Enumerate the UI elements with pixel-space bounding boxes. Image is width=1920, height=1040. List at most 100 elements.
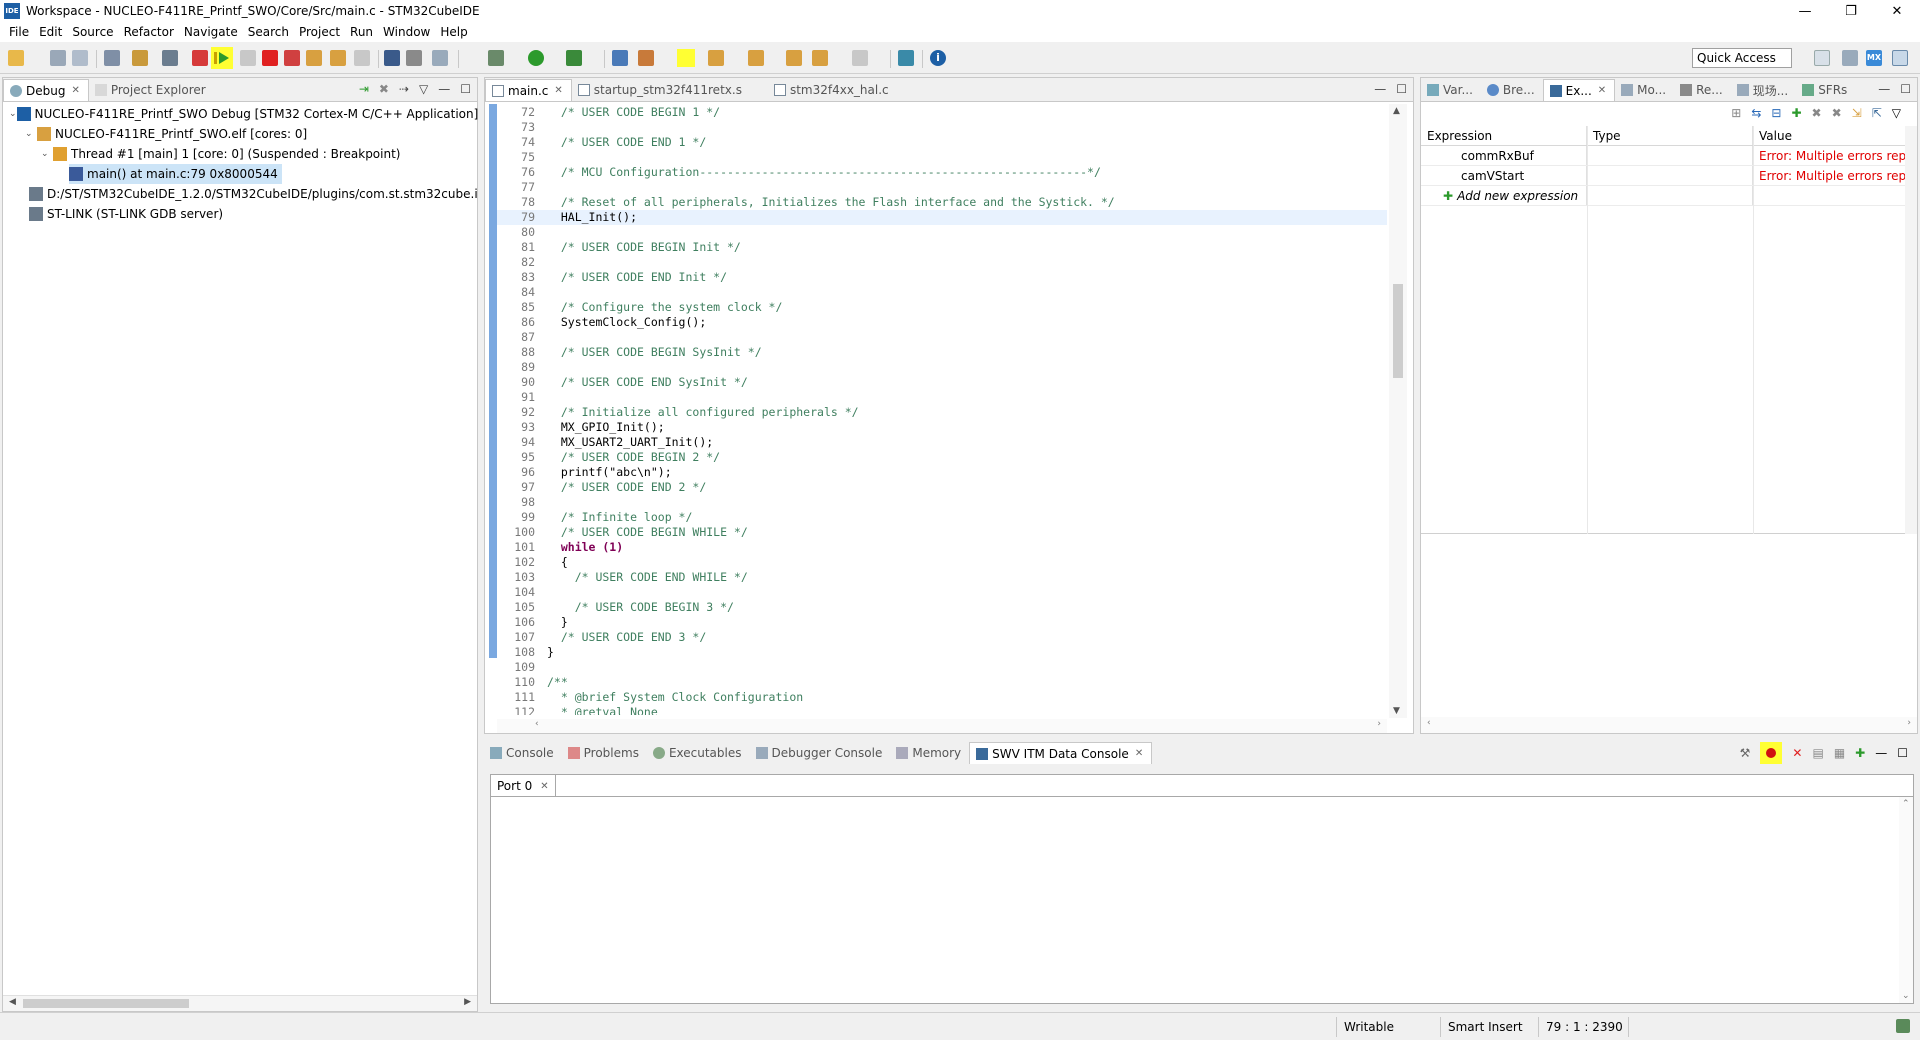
code-line[interactable]: 106 } <box>497 615 1387 630</box>
code-line[interactable]: 99 /* Infinite loop */ <box>497 510 1387 525</box>
suspend-icon[interactable] <box>240 50 256 66</box>
menu-search[interactable]: Search <box>243 22 294 42</box>
code-line[interactable]: 100 /* USER CODE BEGIN WHILE */ <box>497 525 1387 540</box>
reset-chip-icon[interactable] <box>432 50 448 66</box>
code-line[interactable]: 85 /* Configure the system clock */ <box>497 300 1387 315</box>
tab-debug[interactable]: Debug ✕ <box>3 79 89 101</box>
maximize-view-icon[interactable]: ☐ <box>460 82 471 96</box>
code-line-current[interactable]: 79 HAL_Init(); <box>497 210 1387 225</box>
code-line[interactable]: 97 /* USER CODE END 2 */ <box>497 480 1387 495</box>
menu-source[interactable]: Source <box>67 22 118 42</box>
collapse-arrow-icon[interactable]: ⌄ <box>25 124 37 144</box>
code-line[interactable]: 84 <box>497 285 1387 300</box>
scroll-left-icon[interactable]: ‹ <box>1427 718 1431 728</box>
external-tools-icon[interactable] <box>566 50 582 66</box>
code-line[interactable]: 86 SystemClock_Config(); <box>497 315 1387 330</box>
code-line[interactable]: 76 /* MCU Configuration-----------------… <box>497 165 1387 180</box>
tab-port-0[interactable]: Port 0 ✕ <box>491 775 556 797</box>
tab-registers[interactable]: Re... <box>1674 79 1731 101</box>
tab-swv-itm-console[interactable]: SWV ITM Data Console ✕ <box>969 742 1153 764</box>
code-line[interactable]: 89 <box>497 360 1387 375</box>
table-row[interactable]: commRxBuf Error: Multiple errors rep... <box>1421 146 1917 166</box>
code-area[interactable]: 72 /* USER CODE BEGIN 1 */73 74 /* USER C… <box>497 105 1387 715</box>
save-trace-icon[interactable]: ▦ <box>1834 746 1845 760</box>
new-icon[interactable] <box>8 50 24 66</box>
remove-terminated-icon[interactable]: ✖ <box>379 82 389 96</box>
editor-vertical-scrollbar[interactable]: ▲ ▼ <box>1389 104 1407 718</box>
close-icon[interactable]: ✕ <box>1598 85 1606 96</box>
print-icon[interactable] <box>104 50 120 66</box>
collapse-arrow-icon[interactable]: ⌄ <box>41 144 53 164</box>
tree-item-stack-frame[interactable]: main() at main.c:79 0x8000544 <box>3 164 477 184</box>
code-line[interactable]: 109 <box>497 660 1387 675</box>
pin-editor-icon[interactable] <box>898 50 914 66</box>
minimize-button[interactable]: — <box>1782 0 1828 22</box>
code-line[interactable]: 112 * @retval None <box>497 705 1387 715</box>
menu-edit[interactable]: Edit <box>34 22 67 42</box>
console-vertical-scrollbar[interactable]: ⌃ ⌄ <box>1899 797 1913 1003</box>
code-line[interactable]: 75 <box>497 150 1387 165</box>
editor-horizontal-scrollbar[interactable]: ‹ › <box>497 719 1387 733</box>
run-icon[interactable] <box>528 50 544 66</box>
maximize-view-icon[interactable]: ☐ <box>1396 82 1407 96</box>
code-line[interactable]: 93 MX_GPIO_Init(); <box>497 420 1387 435</box>
minimize-view-icon[interactable]: — <box>1878 82 1890 96</box>
collapse-arrow-icon[interactable]: ⌄ <box>9 104 17 124</box>
code-line[interactable]: 82 <box>497 255 1387 270</box>
code-line[interactable]: 72 /* USER CODE BEGIN 1 */ <box>497 105 1387 120</box>
menu-refactor[interactable]: Refactor <box>119 22 179 42</box>
forward-icon[interactable] <box>852 50 868 66</box>
view-menu-icon[interactable]: ▽ <box>419 82 428 96</box>
start-trace-button[interactable] <box>1760 742 1783 764</box>
disconnect-icon[interactable] <box>284 50 300 66</box>
menu-navigate[interactable]: Navigate <box>179 22 243 42</box>
tree-item-thread[interactable]: ⌄ Thread #1 [main] 1 [core: 0] (Suspende… <box>3 144 477 164</box>
step-into-icon[interactable] <box>306 50 322 66</box>
restart-icon[interactable] <box>406 50 422 66</box>
show-logical-structure-icon[interactable]: ⇆ <box>1751 106 1761 120</box>
minimize-view-icon[interactable]: — <box>1875 746 1887 760</box>
scroll-down-icon[interactable]: ⌄ <box>1902 991 1910 1001</box>
tab-debugger-console[interactable]: Debugger Console <box>750 742 891 764</box>
add-port-icon[interactable]: ✚ <box>1855 746 1865 760</box>
tab-main-c[interactable]: main.c ✕ <box>485 79 572 101</box>
code-line[interactable]: 74 /* USER CODE END 1 */ <box>497 135 1387 150</box>
menu-help[interactable]: Help <box>435 22 472 42</box>
stop-trace-icon[interactable]: ✕ <box>1792 746 1802 760</box>
open-type-icon[interactable] <box>612 50 628 66</box>
debug-perspective-icon[interactable] <box>1892 50 1908 66</box>
code-line[interactable]: 77 <box>497 180 1387 195</box>
tree-item-stlink[interactable]: ST-LINK (ST-LINK GDB server) <box>3 204 477 224</box>
tab-console[interactable]: Console <box>484 742 562 764</box>
collapse-all-icon[interactable]: ⊟ <box>1771 106 1781 120</box>
code-line[interactable]: 81 /* USER CODE BEGIN Init */ <box>497 240 1387 255</box>
minimize-view-icon[interactable]: — <box>1374 82 1386 96</box>
code-line[interactable]: 80 <box>497 225 1387 240</box>
column-header-type[interactable]: Type <box>1587 126 1753 145</box>
code-line[interactable]: 96 printf("abc\n"); <box>497 465 1387 480</box>
maximize-view-icon[interactable]: ☐ <box>1900 82 1911 96</box>
tab-breakpoints[interactable]: Bre... <box>1481 79 1543 101</box>
configure-trace-icon[interactable]: ⚒ <box>1740 746 1751 760</box>
close-icon[interactable]: ✕ <box>1135 748 1143 759</box>
tree-item-launch[interactable]: ⌄ NUCLEO-F411RE_Printf_SWO Debug [STM32 … <box>3 104 478 124</box>
debug-config-icon[interactable] <box>488 50 504 66</box>
minimize-view-icon[interactable]: — <box>438 82 450 96</box>
import-icon[interactable]: ⇱ <box>1872 106 1882 120</box>
scroll-up-icon[interactable]: ⌃ <box>1902 799 1910 809</box>
code-line[interactable]: 87 <box>497 330 1387 345</box>
tab-problems[interactable]: Problems <box>562 742 647 764</box>
scroll-left-icon[interactable]: ◀ <box>9 997 16 1007</box>
info-icon[interactable]: i <box>930 50 946 66</box>
open-perspective-icon[interactable] <box>1814 50 1830 66</box>
tab-variables[interactable]: Var... <box>1421 79 1481 101</box>
scroll-right-icon[interactable]: › <box>1377 719 1381 729</box>
close-window-button[interactable]: ✕ <box>1874 0 1920 22</box>
next-annotation-icon[interactable] <box>708 50 724 66</box>
instruction-stepping-icon[interactable] <box>384 50 400 66</box>
tab-memory[interactable]: Mo... <box>1615 79 1674 101</box>
code-line[interactable]: 101 while (1) <box>497 540 1387 555</box>
search-tool-icon[interactable] <box>638 50 654 66</box>
column-header-value[interactable]: Value <box>1753 126 1913 145</box>
code-line[interactable]: 73 <box>497 120 1387 135</box>
